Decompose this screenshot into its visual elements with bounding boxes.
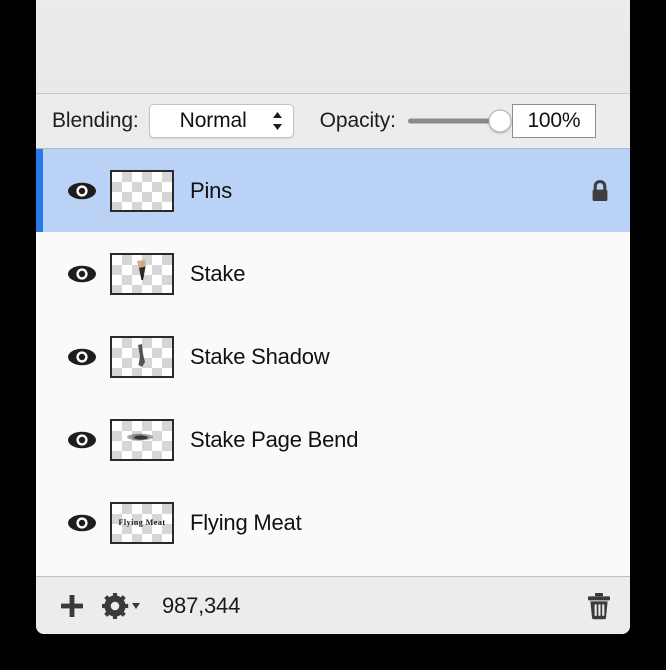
layer-row[interactable]: Stake Shadow xyxy=(36,315,630,398)
thumbnail-text: Flying Meat xyxy=(118,518,166,527)
lock-closed-icon[interactable] xyxy=(589,178,611,204)
eye-icon[interactable] xyxy=(67,264,97,284)
blending-mode-select[interactable]: Normal xyxy=(148,104,294,138)
layer-row[interactable]: Pins xyxy=(36,149,630,232)
opacity-group: Opacity: 100% xyxy=(320,104,596,138)
eye-icon[interactable] xyxy=(67,181,97,201)
thumbnail-art-page-bend xyxy=(112,421,172,459)
blending-label: Blending: xyxy=(52,109,139,132)
layer-name: Flying Meat xyxy=(190,509,302,535)
eye-icon[interactable] xyxy=(67,347,97,367)
opacity-slider-track xyxy=(407,118,500,124)
layer-actions-button[interactable] xyxy=(102,592,144,619)
opacity-slider-knob[interactable] xyxy=(488,109,512,133)
layer-list[interactable]: Pins Stake Stake Shadow Stake Page Bend … xyxy=(36,149,630,576)
thumbnail-art-stake xyxy=(112,255,172,293)
chevron-down-icon xyxy=(132,602,140,609)
layer-thumbnail[interactable] xyxy=(110,335,174,378)
layer-thumbnail[interactable] xyxy=(110,252,174,295)
layer-name: Pins xyxy=(190,177,232,203)
eye-icon[interactable] xyxy=(67,430,97,450)
layer-thumbnail[interactable] xyxy=(110,169,174,212)
layer-row[interactable]: Stake xyxy=(36,232,630,315)
opacity-input[interactable]: 100% xyxy=(511,104,596,138)
layer-controls-bar: Blending: Normal Opacity: 100% xyxy=(36,94,630,149)
layer-row[interactable]: Flying Meat Flying Meat xyxy=(36,481,630,564)
trash-icon xyxy=(588,592,610,619)
window-titlebar xyxy=(36,0,630,94)
layer-thumbnail[interactable] xyxy=(110,418,174,461)
layer-row[interactable]: Stake Page Bend xyxy=(36,398,630,481)
thumbnail-art-stake-shadow xyxy=(112,338,172,376)
layers-panel-window: Blending: Normal Opacity: 100% Pins Stak… xyxy=(36,0,630,634)
gear-icon xyxy=(102,592,129,619)
layer-count: 987,344 xyxy=(162,592,241,618)
plus-icon xyxy=(61,594,83,617)
layer-toolbar: 987,344 xyxy=(36,576,630,634)
opacity-label: Opacity: xyxy=(319,109,396,132)
thumbnail-art-pins xyxy=(112,172,172,210)
add-layer-button[interactable] xyxy=(58,592,86,620)
layer-name: Stake Shadow xyxy=(190,343,330,369)
opacity-slider[interactable] xyxy=(407,109,512,133)
layer-name: Stake xyxy=(190,260,246,286)
layer-thumbnail[interactable]: Flying Meat xyxy=(110,501,174,544)
delete-layer-button[interactable] xyxy=(585,591,613,621)
opacity-value: 100% xyxy=(527,109,581,132)
thumbnail-art-flying-meat: Flying Meat xyxy=(112,504,172,542)
layer-name: Stake Page Bend xyxy=(190,426,359,452)
eye-icon[interactable] xyxy=(67,513,97,533)
chevron-updown-icon xyxy=(271,110,284,132)
